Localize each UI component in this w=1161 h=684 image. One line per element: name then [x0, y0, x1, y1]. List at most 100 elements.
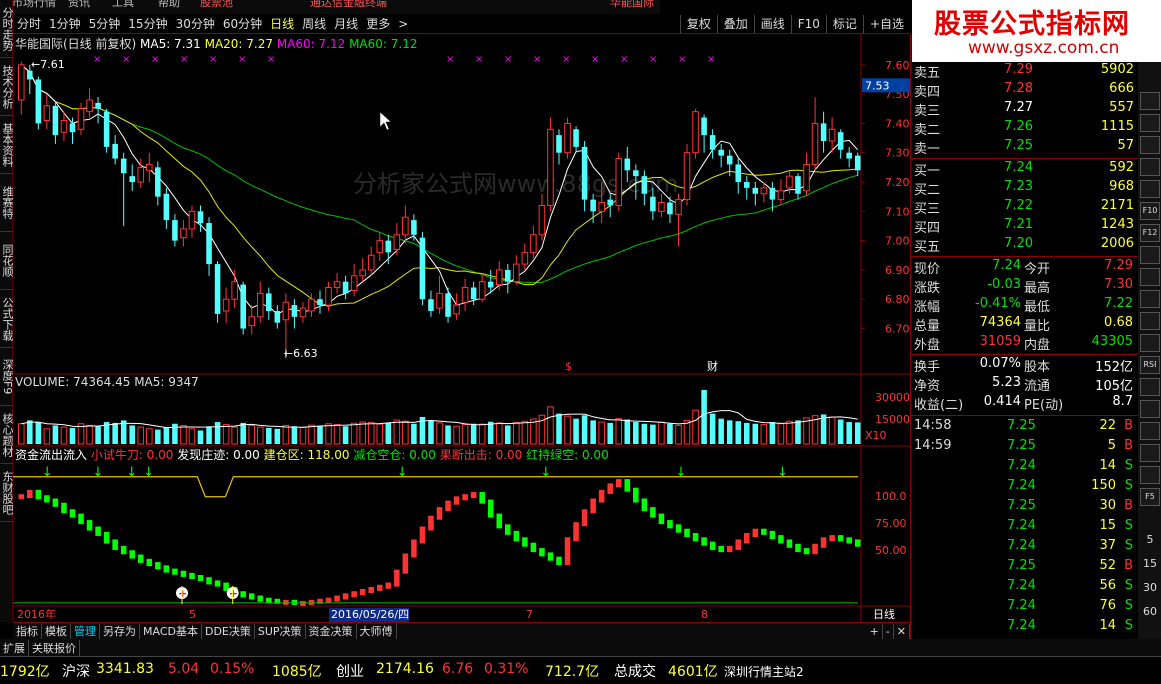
tick-price: 7.25	[1007, 418, 1036, 433]
ask-row: 卖一 7.25 57	[911, 138, 1138, 157]
list-icon[interactable]	[1140, 180, 1160, 198]
indicator-tick: 100.0	[875, 490, 907, 503]
left-side-tabs: 分时走势 技术分析 基本资料 维赛特 同花顺 公式下载 深度F9 核心题材 东财股吧	[0, 0, 13, 622]
menu-item[interactable]: 华能国际	[610, 0, 654, 10]
period-icon[interactable]: 5	[1140, 532, 1160, 550]
left-tab[interactable]: 基本资料	[0, 116, 13, 174]
menu-item[interactable]: 帮助	[158, 0, 180, 10]
gear-icon[interactable]	[1140, 92, 1160, 110]
tool-button[interactable]: F10	[790, 14, 826, 33]
indicator-tab[interactable]: SUP决策	[255, 623, 306, 639]
indicator-block	[564, 537, 571, 566]
expand-tab[interactable]: 关联报价	[29, 639, 80, 656]
volume-ma5: MA5: 9347	[134, 375, 199, 389]
period-tab[interactable]: 15分钟	[124, 15, 171, 33]
period-tab[interactable]: 30分钟	[172, 15, 219, 33]
quote-row: 外盘 31059 内盘 43305	[911, 334, 1138, 353]
period-icon[interactable]: 30	[1140, 580, 1160, 598]
indicator-tab[interactable]: 资金决策	[306, 623, 357, 639]
tool-button[interactable]: +自选	[862, 14, 910, 33]
zoom-out-button[interactable]: -	[883, 623, 894, 639]
f5-icon[interactable]: F5	[1140, 488, 1160, 506]
kline-chart[interactable]: 华能国际(日线 前复权) MA5: 7.31 MA20: 7.27 MA60: …	[13, 34, 910, 624]
candle-body	[231, 281, 238, 300]
period-tab[interactable]: 60分钟	[219, 15, 266, 33]
indicator-tab[interactable]: 大师傅	[357, 623, 397, 639]
indicator-tab[interactable]: 管理	[71, 623, 100, 639]
period-tab[interactable]: >	[394, 15, 412, 33]
bar-icon[interactable]	[1140, 378, 1160, 396]
menu-item[interactable]: 资讯	[68, 0, 90, 10]
left-tab[interactable]: 东财股吧	[0, 464, 13, 522]
bid-volume: 2006	[1100, 236, 1134, 251]
candle-body	[538, 204, 546, 236]
expand-tab[interactable]: 扩展	[0, 639, 29, 656]
menu-item[interactable]: 股票池	[200, 0, 233, 10]
dot-icon[interactable]	[1140, 312, 1160, 330]
candle-body	[17, 64, 25, 101]
period-icon[interactable]: 60	[1140, 604, 1160, 622]
indicator-block	[95, 526, 101, 536]
period-tab[interactable]: 1分钟	[45, 15, 85, 33]
cal-icon[interactable]	[1140, 334, 1160, 352]
indicator-block	[27, 489, 33, 499]
dir-icon[interactable]	[1140, 422, 1160, 440]
indicator-block	[163, 565, 170, 573]
zoom-in-button[interactable]: +	[867, 623, 883, 639]
period-icon[interactable]: 15	[1140, 556, 1160, 574]
move-icon[interactable]	[1140, 400, 1160, 418]
f12-icon[interactable]: F12	[1140, 224, 1160, 242]
rsi-icon[interactable]: RSI	[1140, 356, 1160, 374]
pen-icon[interactable]	[1140, 466, 1160, 484]
tick-row: 7.24 14 S	[911, 618, 1138, 638]
tool-button[interactable]: 叠加	[716, 14, 754, 33]
indicator-tab[interactable]: 模板	[42, 623, 71, 639]
indicator-tab[interactable]: 指标	[13, 623, 42, 639]
left-tab[interactable]: 公式下载	[0, 290, 13, 348]
volume-bar	[393, 419, 401, 445]
chart-icon[interactable]	[1140, 136, 1160, 154]
indicator-block	[308, 599, 315, 605]
period-tab[interactable]: 更多	[362, 15, 394, 33]
candle-body	[308, 298, 315, 312]
tool-button[interactable]: 标记	[825, 14, 863, 33]
up-icon[interactable]	[1140, 246, 1160, 264]
f1-icon[interactable]	[1140, 268, 1160, 286]
left-tab[interactable]: 分时走势	[0, 0, 13, 58]
left-tab[interactable]: 同花顺	[0, 232, 13, 290]
indicator-tab[interactable]: MACD基本	[140, 623, 202, 639]
indicator-block	[743, 533, 750, 544]
menu-item[interactable]: 工具	[112, 0, 134, 10]
period-tab[interactable]: 周线	[298, 15, 330, 33]
period-tab[interactable]: 分时	[13, 15, 45, 33]
pie-icon[interactable]	[1140, 444, 1160, 462]
ma20-label: MA20: 7.27	[205, 37, 277, 51]
tool-button[interactable]: 复权	[679, 14, 717, 33]
period-tab[interactable]: 5分钟	[85, 15, 125, 33]
status-item: 3341.83	[96, 661, 154, 677]
left-tab[interactable]: 技术分析	[0, 58, 13, 116]
ask-row: 卖三 7.27 557	[911, 100, 1138, 119]
chart-icon[interactable]	[1140, 290, 1160, 308]
grid-icon[interactable]	[1140, 158, 1160, 176]
f10-icon[interactable]: F10	[1140, 202, 1160, 220]
indicator-tab[interactable]: DDE决策	[202, 623, 255, 639]
left-tab[interactable]: 维赛特	[0, 174, 13, 232]
left-tab[interactable]: 深度F9	[0, 348, 13, 406]
center-watermark: 分析家公式网www.88gs.com	[353, 170, 678, 198]
left-tab[interactable]: 核心题材	[0, 406, 13, 464]
candle-body	[667, 202, 673, 215]
indicator-tab[interactable]: 另存为	[100, 623, 140, 639]
volume-bar	[308, 424, 315, 445]
period-tab[interactable]: 月线	[330, 15, 362, 33]
candle-body	[743, 182, 750, 188]
f10-icon[interactable]	[1140, 114, 1160, 132]
menu-item[interactable]: 通达信金融终端	[310, 0, 387, 10]
volume-bar	[188, 428, 196, 445]
close-pane-button[interactable]: ✕	[894, 623, 910, 639]
period-tab[interactable]: 日线	[266, 15, 298, 33]
candle-body	[376, 240, 384, 253]
tool-button[interactable]: 画线	[753, 14, 791, 33]
signal-mark: ×	[122, 54, 130, 65]
menu-item[interactable]: 市场行情	[12, 0, 56, 10]
